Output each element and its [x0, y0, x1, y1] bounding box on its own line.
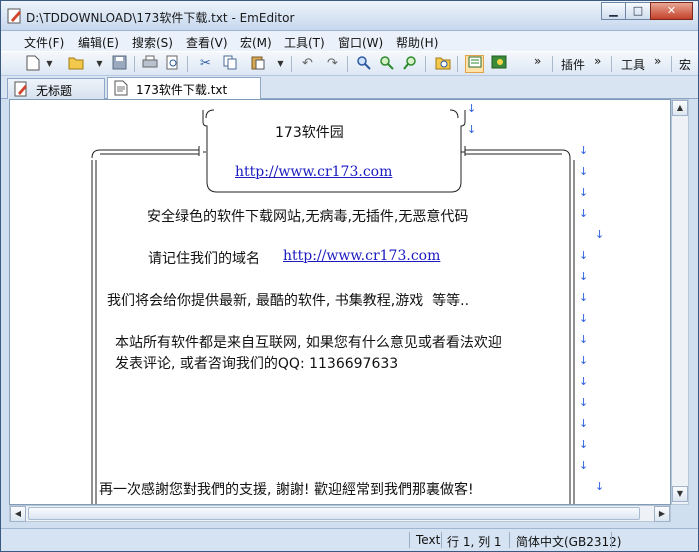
status-cursor-position[interactable]: 行 1, 列 1 [447, 533, 502, 550]
tab-label: 无标题 [36, 84, 73, 98]
newline-marker-icon: ↓ [579, 186, 589, 199]
menu-file[interactable]: 文件(F) [24, 34, 64, 51]
tools-overflow-icon[interactable]: » [654, 54, 661, 68]
maximize-icon: □ [632, 4, 644, 17]
source-notice-line-1: 本站所有软件都是来自互联网, 如果您有什么意见或者看法欢迎 [115, 335, 502, 351]
safe-site-text: 安全绿色的软件下载网站,无病毒,无插件,无恶意代码 [147, 209, 469, 225]
newline-marker-icon: ↓ [579, 270, 589, 283]
title-bar[interactable]: D:\TDDOWNLOAD\173软件下载.txt - EmEditor ▁ □… [1, 1, 698, 31]
menu-window[interactable]: 窗口(W) [338, 34, 383, 51]
newline-marker-icon: ↓ [579, 207, 589, 220]
newline-marker-icon: ↓ [579, 144, 589, 157]
print-icon[interactable] [140, 55, 159, 73]
status-mode[interactable]: Text [416, 533, 440, 547]
remember-domain-text: 请记住我们的域名 [148, 251, 260, 267]
tab-bar: 无标题 173软件下载.txt [1, 76, 698, 100]
menu-edit[interactable]: 编辑(E) [78, 34, 119, 51]
find-icon[interactable] [354, 55, 373, 73]
newline-marker-icon: ↓ [579, 459, 589, 472]
redo-icon[interactable]: ↷ [323, 55, 342, 73]
save-icon[interactable] [110, 55, 129, 73]
menu-bar: 文件(F) 编辑(E) 搜索(S) 查看(V) 宏(M) 工具(T) 窗口(W)… [1, 31, 698, 51]
status-encoding[interactable]: 简体中文(GB2312) [516, 533, 621, 550]
newline-marker-icon: ↓ [579, 417, 589, 430]
paste-icon[interactable] [249, 55, 268, 73]
toolbar-overflow-icon[interactable]: » [534, 54, 541, 68]
cut-icon[interactable]: ✂ [196, 55, 215, 73]
newline-marker-icon: ↓ [467, 102, 477, 115]
provide-software-text: 我们将会给你提供最新, 最酷的软件, 书集教程,游戏 等等.. [107, 293, 470, 309]
undo-icon[interactable]: ↶ [298, 55, 317, 73]
newline-marker-icon: ↓ [579, 333, 589, 346]
word-wrap-icon[interactable] [465, 55, 484, 73]
plugins-toolbar-label[interactable]: 插件 [561, 56, 585, 73]
document-edit-icon [14, 81, 27, 97]
newline-marker-icon: ↓ [579, 438, 589, 451]
close-icon: ✕ [666, 4, 677, 17]
menu-macro[interactable]: 宏(M) [240, 34, 272, 51]
plugins-overflow-icon[interactable]: » [594, 54, 601, 68]
newline-marker-icon: ↓ [579, 312, 589, 325]
vertical-scrollbar[interactable]: ▲ ▼ [671, 99, 689, 505]
newline-marker-icon: ↓ [579, 291, 589, 304]
copy-icon[interactable] [221, 55, 240, 73]
newline-marker-icon: ↓ [579, 249, 589, 262]
tools-toolbar-label[interactable]: 工具 [621, 56, 645, 73]
menu-search[interactable]: 搜索(S) [132, 34, 173, 51]
menu-tools[interactable]: 工具(T) [284, 34, 325, 51]
minimize-button[interactable]: ▁ [601, 2, 626, 20]
view-mode-icon[interactable] [489, 55, 508, 73]
newline-marker-icon: ↓ [579, 375, 589, 388]
source-notice-line-2: 发表评论, 或者咨询我们的QQ: 1136697633 [115, 356, 399, 372]
menu-help[interactable]: 帮助(H) [396, 34, 438, 51]
tab-untitled[interactable]: 无标题 [7, 78, 105, 99]
print-preview-icon[interactable] [163, 55, 182, 73]
newline-marker-icon: ↓ [595, 480, 605, 493]
paste-dropdown-icon[interactable]: ▼ [276, 55, 285, 73]
text-file-icon [114, 80, 128, 96]
domain-url-link[interactable]: http://www.cr173.com [283, 248, 440, 264]
horizontal-scrollbar[interactable]: ◀ ▶ [9, 505, 671, 522]
new-file-icon[interactable] [23, 55, 42, 73]
new-file-dropdown-icon[interactable]: ▼ [45, 55, 54, 73]
newline-marker-icon: ↓ [579, 396, 589, 409]
newline-marker-icon: ↓ [579, 354, 589, 367]
open-dropdown-icon[interactable]: ▼ [95, 55, 104, 73]
newline-marker-icon: ↓ [579, 165, 589, 178]
newline-marker-icon: ↓ [467, 123, 477, 136]
open-folder-icon[interactable] [67, 55, 86, 73]
tab-label: 173软件下载.txt [136, 83, 228, 97]
find-in-files-icon[interactable] [433, 55, 452, 73]
scroll-down-icon[interactable]: ▼ [672, 486, 688, 502]
tab-173-download[interactable]: 173软件下载.txt [107, 77, 261, 100]
box-url-link[interactable]: http://www.cr173.com [235, 164, 392, 180]
menu-view[interactable]: 查看(V) [186, 34, 228, 51]
scroll-up-icon[interactable]: ▲ [672, 100, 688, 116]
maximize-button[interactable]: □ [625, 2, 651, 20]
newline-marker-icon: ↓ [595, 228, 605, 241]
scroll-right-icon[interactable]: ▶ [654, 506, 670, 522]
emeditor-app-icon [7, 8, 21, 24]
text-editor[interactable]: 173软件园 http://www.cr173.com 安全绿色的软件下载网站,… [9, 99, 671, 505]
find-next-icon[interactable] [377, 55, 396, 73]
horizontal-scroll-thumb[interactable] [28, 507, 640, 520]
toolbar: ▼ ▼ ✂ ▼ ↶ ↷ » 插件 » 工具 » 宏 [1, 51, 698, 76]
emeditor-window: D:\TDDOWNLOAD\173软件下载.txt - EmEditor ▁ □… [0, 0, 699, 552]
window-title: D:\TDDOWNLOAD\173软件下载.txt - EmEditor [26, 11, 295, 25]
box-title-text: 173软件园 [275, 125, 344, 141]
thanks-text: 再一次感謝您對我們的支援, 謝謝! 歡迎經常到我們那裏做客! [99, 482, 474, 498]
macro-toolbar-label[interactable]: 宏 [679, 56, 691, 73]
scroll-left-icon[interactable]: ◀ [10, 506, 26, 522]
close-button[interactable]: ✕ [650, 2, 693, 20]
minimize-icon: ▁ [609, 4, 618, 17]
status-bar: Text 行 1, 列 1 简体中文(GB2312) [1, 528, 698, 551]
find-prev-icon[interactable] [401, 55, 420, 73]
